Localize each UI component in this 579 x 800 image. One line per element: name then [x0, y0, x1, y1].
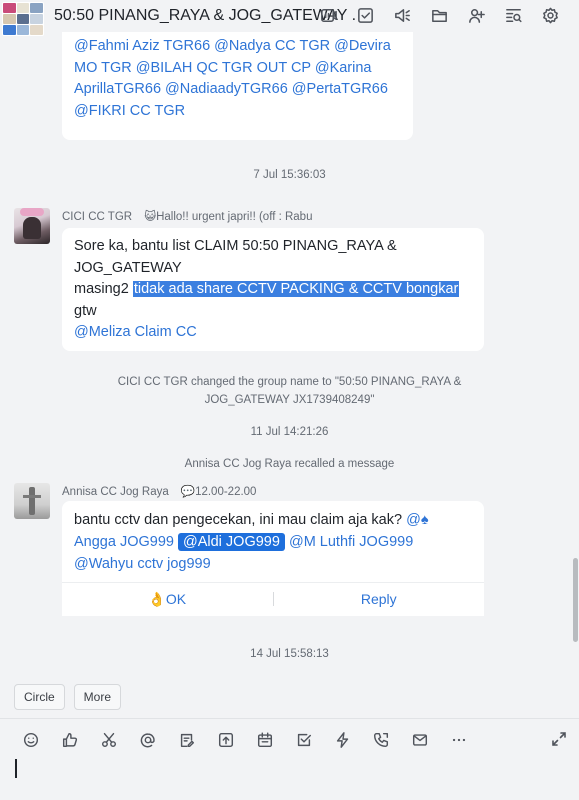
mention-link[interactable]: @Wahyu cctv jog999 — [74, 556, 211, 572]
avatar[interactable] — [14, 483, 50, 519]
expand-icon[interactable] — [551, 731, 569, 749]
message-sender: Annisa CC Jog Raya 💬12.00-22.00 — [62, 484, 256, 498]
group-avatar[interactable] — [2, 2, 44, 36]
announcement-icon[interactable] — [384, 4, 421, 26]
mention-chip-selected[interactable]: @Aldi JOG999 — [178, 533, 285, 551]
message-bubble[interactable]: @Fahmi Aziz TGR66 @Nadya CC TGR @Devira … — [62, 32, 413, 140]
mail-icon[interactable] — [401, 729, 440, 751]
phone-icon[interactable] — [362, 729, 401, 751]
chat-header: 50:50 PINANG_RAYA & JOG_GATEWAY . — [0, 0, 579, 36]
message-sender: CICI CC TGR 😺Hallo!! urgent japri!! (off … — [62, 209, 312, 223]
thumbs-up-icon[interactable] — [51, 729, 90, 751]
mention-icon[interactable] — [129, 729, 168, 751]
more-icon[interactable] — [440, 729, 479, 751]
sender-name[interactable]: CICI CC TGR — [62, 211, 132, 223]
message-text-plain: bantu cctv dan pengecekan, ini mau claim… — [74, 512, 407, 528]
mention-list[interactable]: @Fahmi Aziz TGR66 @Nadya CC TGR @Devira … — [74, 36, 401, 122]
circle-chip[interactable]: Circle — [14, 684, 65, 710]
emoji-icon[interactable] — [12, 729, 51, 751]
folder-icon[interactable] — [421, 4, 458, 26]
message-text-plain: masing2 — [74, 281, 133, 297]
message-list[interactable]: @Fahmi Aziz TGR66 @Nadya CC TGR @Devira … — [0, 32, 579, 680]
selected-text[interactable]: tidak ada share CCTV PACKING & CCTV bong… — [132, 281, 460, 297]
message-text: gtw — [74, 302, 97, 319]
system-message: Annisa CC Jog Raya recalled a message — [184, 458, 395, 470]
composer — [0, 718, 579, 800]
video-icon[interactable] — [310, 4, 347, 26]
text-input-caret[interactable] — [15, 759, 17, 778]
message-actions: 👌OK Reply — [62, 582, 484, 615]
message-text: masing2 tidak ada share CCTV PACKING & C… — [74, 279, 472, 301]
task-check-icon[interactable] — [347, 4, 384, 26]
timestamp: 7 Jul 15:36:03 — [253, 169, 326, 181]
quick-actions: Circle More — [14, 684, 122, 710]
message-text: bantu cctv dan pengecekan, ini mau claim… — [74, 509, 472, 575]
message-bubble[interactable]: Sore ka, bantu list CLAIM 50:50 PINANG_R… — [62, 228, 484, 351]
sender-status: 😺Hallo!! urgent japri!! (off : Rabu — [144, 211, 313, 223]
checkbox-icon[interactable] — [284, 729, 323, 751]
message-text: Sore ka, bantu list CLAIM 50:50 PINANG_R… — [74, 238, 397, 276]
calendar-icon[interactable] — [245, 729, 284, 751]
mention-link[interactable]: @Meliza Claim CC — [74, 322, 472, 344]
avatar[interactable] — [14, 208, 50, 244]
timestamp: 11 Jul 14:21:26 — [250, 426, 329, 438]
mention-link[interactable]: @M Luthfi JOG999 — [289, 534, 413, 550]
scissors-icon[interactable] — [90, 729, 129, 751]
system-message: CICI CC TGR changed the group name to "5… — [117, 376, 462, 406]
add-member-icon[interactable] — [458, 4, 495, 26]
lightning-icon[interactable] — [323, 729, 362, 751]
composer-toolbar — [12, 729, 479, 751]
header-toolbar — [310, 4, 569, 26]
reply-button[interactable]: Reply — [274, 591, 485, 607]
sender-name[interactable]: Annisa CC Jog Raya — [62, 486, 169, 498]
sender-status: 💬12.00-22.00 — [180, 486, 257, 498]
settings-icon[interactable] — [532, 4, 569, 26]
ok-button[interactable]: 👌OK — [62, 591, 273, 608]
timestamp: 14 Jul 15:58:13 — [250, 648, 329, 660]
edit-doc-icon[interactable] — [168, 729, 207, 751]
more-chip[interactable]: More — [73, 684, 122, 710]
upload-icon[interactable] — [206, 729, 245, 751]
scrollbar-thumb[interactable] — [573, 558, 578, 642]
search-history-icon[interactable] — [495, 4, 532, 26]
